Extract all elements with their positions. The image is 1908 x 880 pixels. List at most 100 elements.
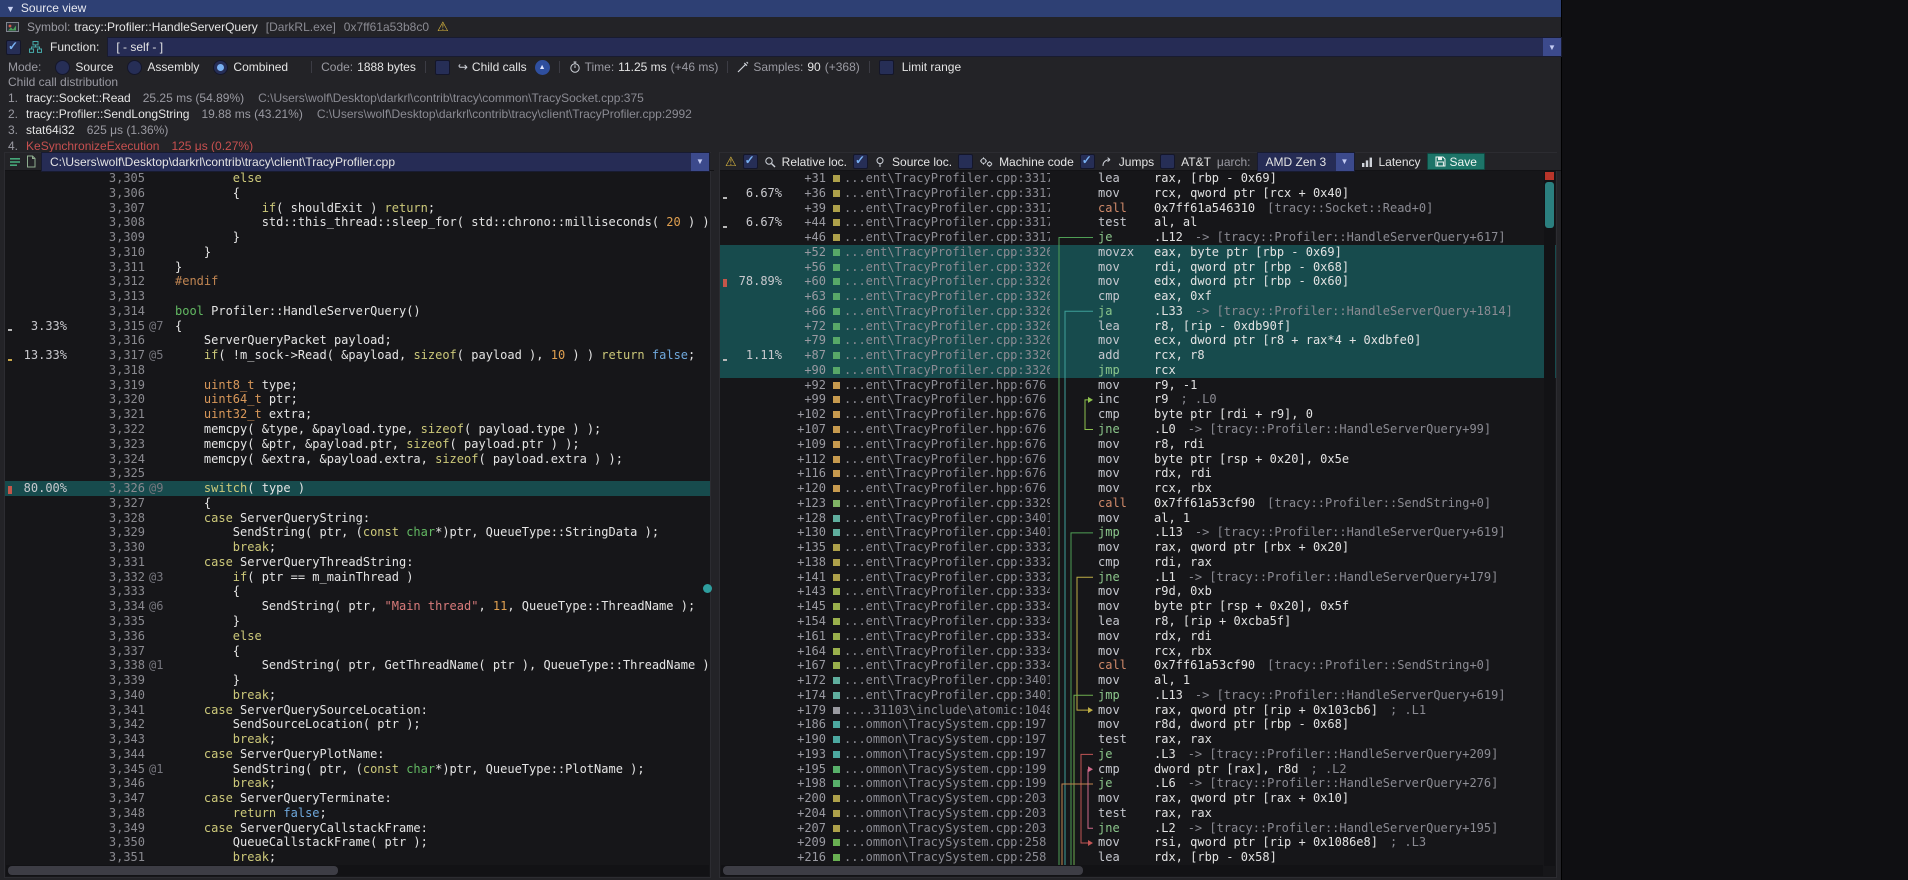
assembly-line[interactable]: +161...ent\TracyProfiler.cpp:3334movrdx,… [720, 629, 1556, 644]
assembly-line[interactable]: +39...ent\TracyProfiler.cpp:3317call0x7f… [720, 201, 1556, 216]
assembly-line[interactable]: +207...ommon\TracySystem.cpp:203jne.L2->… [720, 821, 1556, 836]
assembly-line[interactable]: +63...ent\TracyProfiler.cpp:3326cmpeax, … [720, 289, 1556, 304]
assembly-line[interactable]: +66...ent\TracyProfiler.cpp:3326ja.L33->… [720, 304, 1556, 319]
asm-source-location[interactable]: ...ent\TracyProfiler.cpp:3401 [844, 525, 1050, 540]
assembly-line[interactable]: +99...ent\TracyProfiler.hpp:676incr9; .L… [720, 392, 1556, 407]
source-line[interactable]: 80.00%3,326@9 switch( type ) [5, 481, 710, 496]
assembly-line[interactable]: +56...ent\TracyProfiler.cpp:3326movrdi, … [720, 260, 1556, 275]
source-line[interactable]: 3,311} [5, 260, 710, 275]
asm-source-location[interactable]: ...ent\TracyProfiler.cpp:3334 [844, 644, 1050, 659]
assembly-line[interactable]: +52...ent\TracyProfiler.cpp:3326movzxeax… [720, 245, 1556, 260]
source-line[interactable]: 3,331 case ServerQueryThreadString: [5, 555, 710, 570]
asm-source-location[interactable]: ...ent\TracyProfiler.cpp:3326 [844, 333, 1050, 348]
pane-resize-grip[interactable] [703, 584, 712, 593]
att-syntax-checkbox[interactable] [1160, 154, 1175, 169]
source-line[interactable]: 3,313 [5, 289, 710, 304]
source-horizontal-scrollbar[interactable] [6, 865, 709, 876]
source-line[interactable]: 3,319 uint8_t type; [5, 378, 710, 393]
assembly-line[interactable]: +154...ent\TracyProfiler.cpp:3334lear8, … [720, 614, 1556, 629]
asm-source-location[interactable]: ...ommon\TracySystem.cpp:203 [844, 821, 1050, 836]
asm-source-location[interactable]: ...ent\TracyProfiler.cpp:3326 [844, 348, 1050, 363]
mode-option-combined[interactable]: Combined [213, 60, 288, 75]
chevron-down-icon[interactable]: ▼ [1336, 153, 1354, 171]
asm-source-location[interactable]: ...ent\TracyProfiler.cpp:3401 [844, 673, 1050, 688]
source-line[interactable]: 3,348 return false; [5, 806, 710, 821]
source-line[interactable]: 3,346 break; [5, 776, 710, 791]
source-line[interactable]: 3,342 SendSourceLocation( ptr ); [5, 717, 710, 732]
asm-source-location[interactable]: ...ent\TracyProfiler.hpp:676 [844, 466, 1050, 481]
asm-source-location[interactable]: ...ent\TracyProfiler.hpp:676 [844, 378, 1050, 393]
asm-source-location[interactable]: ...ent\TracyProfiler.cpp:3317 [844, 171, 1050, 186]
assembly-line[interactable]: +79...ent\TracyProfiler.cpp:3326movecx, … [720, 333, 1556, 348]
source-line[interactable]: 13.33%3,317@5 if( !m_sock->Read( &payloa… [5, 348, 710, 363]
source-line[interactable]: 3,330 break; [5, 540, 710, 555]
assembly-line[interactable]: 6.67%+36...ent\TracyProfiler.cpp:3317mov… [720, 186, 1556, 201]
source-line[interactable]: 3,329 SendString( ptr, (const char*)ptr,… [5, 525, 710, 540]
asm-source-location[interactable]: ...ent\TracyProfiler.cpp:3334 [844, 599, 1050, 614]
source-line[interactable]: 3,335 } [5, 614, 710, 629]
asm-source-location[interactable]: ...ent\TracyProfiler.cpp:3332 [844, 570, 1050, 585]
source-line[interactable]: 3,307 if( shouldExit ) return; [5, 201, 710, 216]
assembly-line[interactable]: +167...ent\TracyProfiler.cpp:3334call0x7… [720, 658, 1556, 673]
source-line[interactable]: 3,306 { [5, 186, 710, 201]
assembly-line[interactable]: +31...ent\TracyProfiler.cpp:3317learax, … [720, 171, 1556, 186]
assembly-line[interactable]: +145...ent\TracyProfiler.cpp:3334movbyte… [720, 599, 1556, 614]
assembly-line[interactable]: +198...ommon\TracySystem.cpp:199je.L6-> … [720, 776, 1556, 791]
asm-source-location[interactable]: ...ent\TracyProfiler.cpp:3326 [844, 363, 1050, 378]
child-call-item[interactable]: 2.tracy::Profiler::SendLongString19.88 m… [8, 106, 692, 122]
assembly-line[interactable]: +195...ommon\TracySystem.cpp:199cmpdword… [720, 762, 1556, 777]
assembly-line[interactable]: +138...ent\TracyProfiler.cpp:3332cmprdi,… [720, 555, 1556, 570]
source-line[interactable]: 3,350 QueueCallstackFrame( ptr ); [5, 835, 710, 850]
assembly-line[interactable]: 1.11%+87...ent\TracyProfiler.cpp:3326add… [720, 348, 1556, 363]
assembly-line[interactable]: +200...ommon\TracySystem.cpp:203movrax, … [720, 791, 1556, 806]
assembly-line[interactable]: +164...ent\TracyProfiler.cpp:3334movrcx,… [720, 644, 1556, 659]
source-line[interactable]: 3,337 { [5, 644, 710, 659]
asm-source-location[interactable]: ...ent\TracyProfiler.cpp:3334 [844, 629, 1050, 644]
source-line[interactable]: 3,333 { [5, 584, 710, 599]
asm-source-location[interactable]: ...ent\TracyProfiler.cpp:3326 [844, 304, 1050, 319]
scrollbar-thumb[interactable] [1545, 182, 1554, 228]
source-line[interactable]: 3,332@3 if( ptr == m_mainThread ) [5, 570, 710, 585]
source-line[interactable]: 3,323 memcpy( &ptr, &payload.ptr, sizeof… [5, 437, 710, 452]
asm-source-location[interactable]: ...ent\TracyProfiler.cpp:3332 [844, 555, 1050, 570]
source-line[interactable]: 3,308 std::this_thread::sleep_for( std::… [5, 215, 710, 230]
source-line[interactable]: 3,339 } [5, 673, 710, 688]
assembly-line[interactable]: +190...ommon\TracySystem.cpp:197testrax,… [720, 732, 1556, 747]
asm-source-location[interactable]: ...ent\TracyProfiler.cpp:3317 [844, 215, 1050, 230]
source-line[interactable]: 3,320 uint64_t ptr; [5, 392, 710, 407]
asm-source-location[interactable]: ...ommon\TracySystem.cpp:197 [844, 717, 1050, 732]
uarch-select[interactable]: AMD Zen 3 ▼ [1257, 152, 1355, 172]
jumps-checkbox[interactable] [1080, 154, 1095, 169]
asm-source-location[interactable]: ...ommon\TracySystem.cpp:203 [844, 791, 1050, 806]
child-calls-checkbox[interactable] [435, 60, 450, 75]
source-line[interactable]: 3,349 case ServerQueryCallstackFrame: [5, 821, 710, 836]
assembly-line[interactable]: +186...ommon\TracySystem.cpp:197movr8d, … [720, 717, 1556, 732]
source-line[interactable]: 3,341 case ServerQuerySourceLocation: [5, 703, 710, 718]
child-call-name[interactable]: stat64i32 [26, 123, 75, 137]
asm-source-location[interactable]: ...ent\TracyProfiler.cpp:3329 [844, 496, 1050, 511]
asm-source-location[interactable]: ...ent\TracyProfiler.cpp:3326 [844, 245, 1050, 260]
limit-range-checkbox[interactable] [879, 60, 894, 75]
asm-source-location[interactable]: ...ent\TracyProfiler.cpp:3326 [844, 260, 1050, 275]
source-line[interactable]: 3,322 memcpy( &type, &payload.type, size… [5, 422, 710, 437]
assembly-line[interactable]: +112...ent\TracyProfiler.hpp:676movbyte … [720, 452, 1556, 467]
assembly-vertical-scrollbar[interactable] [1544, 171, 1555, 866]
assembly-line[interactable]: +109...ent\TracyProfiler.hpp:676movr8, r… [720, 437, 1556, 452]
assembly-line[interactable]: +174...ent\TracyProfiler.cpp:3401jmp.L13… [720, 688, 1556, 703]
mode-option-source[interactable]: Source [55, 60, 113, 75]
source-line[interactable]: 3,324 memcpy( &extra, &payload.extra, si… [5, 452, 710, 467]
child-call-name[interactable]: tracy::Profiler::SendLongString [26, 107, 189, 121]
mode-option-assembly[interactable]: Assembly [127, 60, 199, 75]
source-line[interactable]: 3,318 [5, 363, 710, 378]
asm-source-location[interactable]: ...ent\TracyProfiler.cpp:3401 [844, 511, 1050, 526]
child-call-name[interactable]: tracy::Socket::Read [26, 91, 131, 105]
asm-source-location[interactable]: ....31103\include\atomic:1048 [844, 703, 1050, 718]
assembly-line[interactable]: +120...ent\TracyProfiler.hpp:676movrcx, … [720, 481, 1556, 496]
collapse-arrow-icon[interactable]: ▼ [6, 1, 15, 18]
assembly-line[interactable]: +130...ent\TracyProfiler.cpp:3401jmp.L13… [720, 525, 1556, 540]
save-button[interactable]: Save [1427, 153, 1485, 170]
assembly-line[interactable]: +128...ent\TracyProfiler.cpp:3401moval, … [720, 511, 1556, 526]
machine-code-checkbox[interactable] [958, 154, 973, 169]
assembly-line[interactable]: +141...ent\TracyProfiler.cpp:3332jne.L1-… [720, 570, 1556, 585]
assembly-line[interactable]: +209...ommon\TracySystem.cpp:258movrsi, … [720, 835, 1556, 850]
